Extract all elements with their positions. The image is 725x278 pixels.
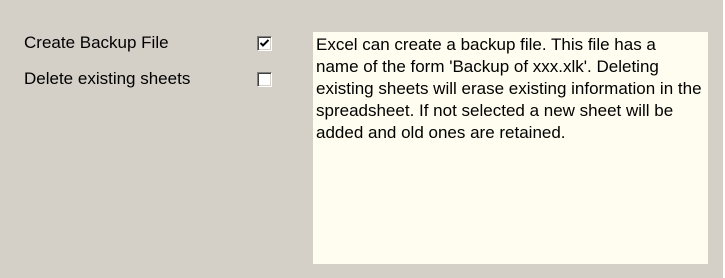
- options-panel: Create Backup File Delete existing sheet…: [0, 0, 723, 278]
- create-backup-checkbox[interactable]: [257, 36, 272, 51]
- create-backup-label: Create Backup File: [24, 33, 169, 52]
- description-text-box: Excel can create a backup file. This fil…: [313, 32, 708, 264]
- delete-existing-sheets-label: Delete existing sheets: [24, 69, 191, 88]
- delete-existing-sheets-checkbox[interactable]: [257, 72, 272, 87]
- checkmark-icon: [260, 39, 269, 47]
